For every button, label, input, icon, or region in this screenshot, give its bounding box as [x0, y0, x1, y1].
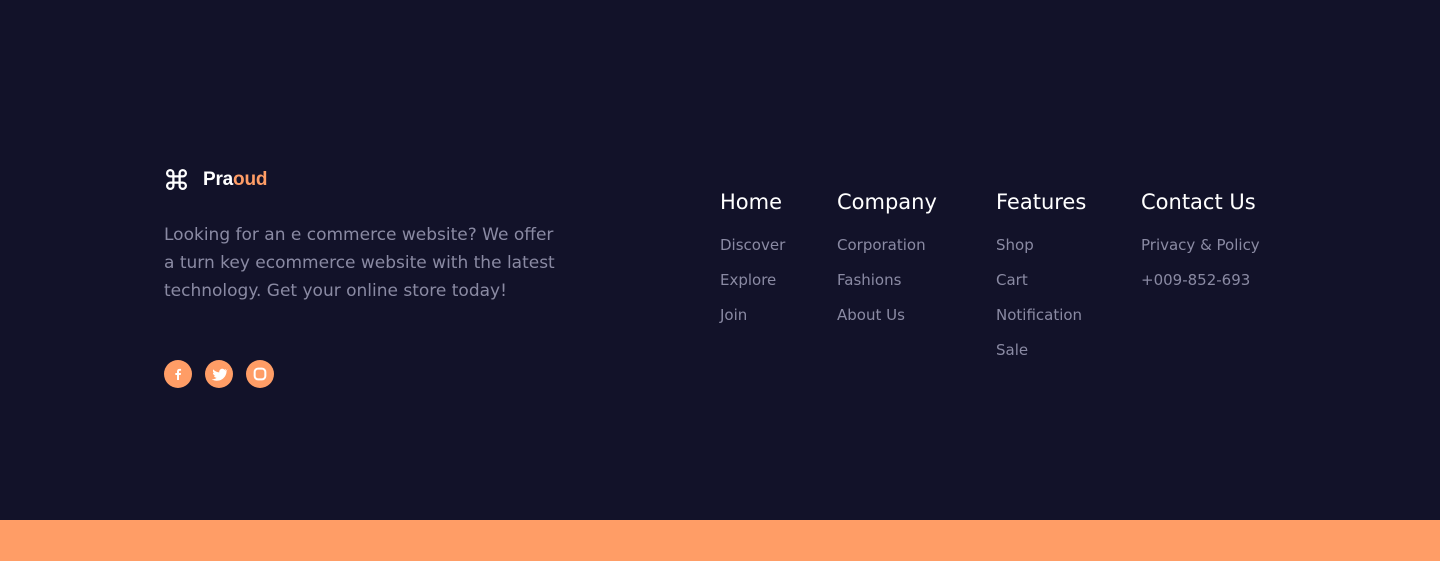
footer-link-sale[interactable]: Sale: [996, 341, 1086, 360]
footer-link-discover[interactable]: Discover: [720, 236, 785, 255]
site-footer: Praoud Looking for an e commerce website…: [0, 0, 1440, 520]
bottom-accent-bar: [0, 520, 1440, 561]
footer-link-notification[interactable]: Notification: [996, 306, 1086, 325]
column-title-company: Company: [837, 190, 937, 214]
brand-name: Praoud: [203, 169, 267, 191]
footer-column-home: Home Discover Explore Join: [720, 188, 785, 341]
footer-column-contact: Contact Us Privacy & Policy +009-852-693: [1141, 188, 1260, 306]
footer-link-phone[interactable]: +009-852-693: [1141, 271, 1260, 290]
social-links: [164, 360, 287, 388]
footer-column-company: Company Corporation Fashions About Us: [837, 188, 937, 341]
footer-link-privacy-policy[interactable]: Privacy & Policy: [1141, 236, 1260, 255]
facebook-link[interactable]: [164, 360, 192, 388]
brand-name-part2: oud: [233, 168, 268, 190]
instagram-link[interactable]: [246, 360, 274, 388]
twitter-link[interactable]: [205, 360, 233, 388]
command-icon: [166, 169, 187, 190]
footer-column-features: Features Shop Cart Notification Sale: [996, 188, 1086, 376]
footer-link-fashions[interactable]: Fashions: [837, 271, 937, 290]
facebook-icon: [175, 368, 182, 380]
footer-link-join[interactable]: Join: [720, 306, 785, 325]
brand-logo[interactable]: Praoud: [164, 167, 267, 192]
footer-link-about-us[interactable]: About Us: [837, 306, 937, 325]
brand-name-part1: Pra: [203, 168, 234, 190]
column-title-home: Home: [720, 190, 783, 214]
footer-link-cart[interactable]: Cart: [996, 271, 1086, 290]
footer-tagline: Looking for an e commerce website? We of…: [164, 225, 555, 301]
footer-link-corporation[interactable]: Corporation: [837, 236, 937, 255]
footer-link-explore[interactable]: Explore: [720, 271, 785, 290]
column-title-contact: Contact Us: [1141, 190, 1256, 214]
twitter-icon: [211, 368, 228, 381]
footer-link-shop[interactable]: Shop: [996, 236, 1086, 255]
instagram-icon: [253, 367, 267, 381]
column-title-features: Features: [996, 190, 1087, 214]
